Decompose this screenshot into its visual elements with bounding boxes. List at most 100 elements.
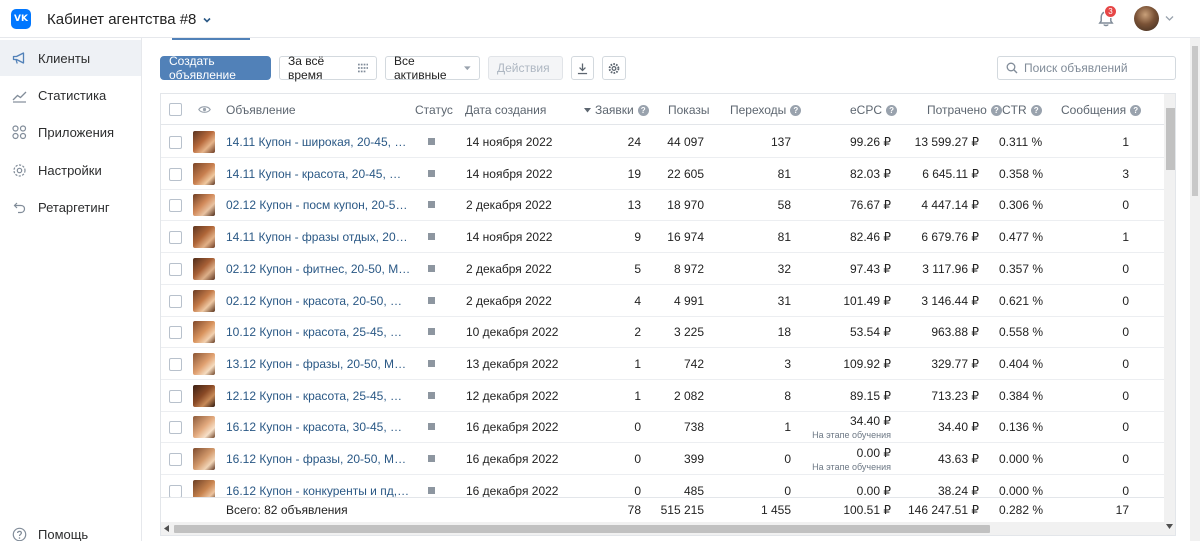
chevron-down-icon[interactable]	[1165, 15, 1174, 22]
ad-name-link[interactable]: 02.12 Купон - красота, 20-50, МЖ +...	[226, 294, 411, 308]
ad-name-link[interactable]: 02.12 Купон - посм купон, 20-50, М...	[226, 198, 411, 212]
ad-thumbnail[interactable]	[193, 289, 215, 312]
table-row[interactable]: 14.11 Купон - красота, 20-45, МЖ +... 14 …	[161, 158, 1164, 190]
col-header-impressions[interactable]: Показы	[668, 103, 709, 117]
col-header-spent[interactable]: Потрачено?	[927, 103, 1002, 117]
created-date: 2 декабря 2022	[466, 293, 552, 308]
cabinet-switcher[interactable]: Кабинет агентства #8	[47, 11, 212, 28]
download-icon	[577, 62, 588, 74]
ad-thumbnail[interactable]	[193, 321, 215, 344]
select-all-checkbox[interactable]	[169, 103, 182, 116]
sidebar-item-apps[interactable]: Приложения	[0, 114, 141, 150]
help-icon[interactable]: ?	[1130, 104, 1142, 116]
period-select[interactable]: За всё время	[279, 54, 377, 82]
table-row[interactable]: 02.12 Купон - посм купон, 20-50, М... 2 д…	[161, 189, 1164, 222]
ad-thumbnail[interactable]	[193, 257, 215, 280]
spent-value: 6 679.76 ₽	[921, 230, 979, 245]
row-checkbox[interactable]	[169, 294, 182, 308]
row-checkbox[interactable]	[169, 262, 182, 276]
col-header-messages[interactable]: Сообщения?	[1061, 103, 1142, 117]
col-header-ctr[interactable]: CTR?	[1002, 103, 1042, 117]
ad-name-link[interactable]: 14.11 Купон - красота, 20-45, МЖ +...	[226, 167, 411, 181]
row-checkbox[interactable]	[169, 357, 182, 371]
col-header-leads[interactable]: Заявки?	[584, 103, 649, 117]
download-button[interactable]	[571, 56, 594, 80]
row-checkbox[interactable]	[169, 453, 182, 466]
row-checkbox[interactable]	[169, 167, 182, 181]
ad-name-link[interactable]: 16.12 Купон - конкуренты и пд, 20...	[226, 484, 411, 498]
sidebar-item-retargeting[interactable]: Ретаргетинг	[0, 189, 141, 225]
table-row[interactable]: 14.11 Купон - фразы отдых, 20-50, ... 14 …	[161, 221, 1164, 254]
scroll-down-icon[interactable]	[1166, 524, 1173, 530]
ad-name-link[interactable]: 13.12 Купон - фразы, 20-50, МЖ +5...	[226, 357, 411, 371]
col-header-ecpc[interactable]: eCPC?	[850, 103, 898, 117]
sidebar-item-clients[interactable]: Клиенты	[0, 40, 141, 76]
vk-logo-icon[interactable]: VK	[11, 9, 31, 29]
created-date: 14 ноября 2022	[466, 230, 553, 245]
col-header-created[interactable]: Дата создания	[465, 103, 546, 117]
ad-name-link[interactable]: 02.12 Купон - фитнес, 20-50, МЖ +...	[226, 262, 411, 276]
help-icon[interactable]: ?	[990, 104, 1002, 116]
table-vertical-scrollbar[interactable]	[1164, 94, 1175, 535]
status-filter-select[interactable]: Все активные	[385, 54, 480, 82]
page-scrollbar[interactable]	[1190, 38, 1200, 541]
sidebar-item-statistics[interactable]: Статистика	[0, 77, 141, 113]
scroll-thumb[interactable]	[1166, 108, 1175, 170]
ad-name-link[interactable]: 14.11 Купон - широкая, 20-45, Ж +...	[226, 135, 411, 149]
help-icon[interactable]: ?	[1030, 104, 1042, 116]
row-checkbox[interactable]	[169, 326, 182, 340]
row-checkbox[interactable]	[169, 484, 182, 498]
help-icon[interactable]: ?	[637, 104, 649, 116]
table-row[interactable]: 12.12 Купон - красота, 25-45, Ж +5... 12 …	[161, 380, 1164, 412]
help-icon[interactable]: ?	[886, 104, 898, 116]
actions-select[interactable]: Действия	[488, 56, 563, 80]
row-checkbox[interactable]	[169, 136, 182, 149]
ad-name-link[interactable]: 16.12 Купон - фразы, 20-50, МЖ +5...	[226, 452, 411, 466]
ad-name-link[interactable]: 12.12 Купон - красота, 25-45, Ж +5...	[226, 389, 411, 403]
ad-thumbnail[interactable]	[193, 416, 215, 439]
created-date: 10 декабря 2022	[466, 325, 559, 340]
table-horizontal-scrollbar[interactable]	[161, 522, 1164, 535]
scroll-thumb[interactable]	[174, 525, 990, 533]
ad-thumbnail[interactable]	[193, 131, 215, 153]
table-row[interactable]: 16.12 Купон - фразы, 20-50, МЖ +5... 16 д…	[161, 443, 1164, 475]
ad-name-link[interactable]: 16.12 Купон - красота, 30-45, Ж +5...	[226, 420, 411, 434]
ad-thumbnail[interactable]	[193, 194, 215, 217]
table-row[interactable]: 13.12 Купон - фразы, 20-50, МЖ +5... 13 д…	[161, 348, 1164, 380]
sidebar-item-help[interactable]: Помощь	[0, 516, 141, 541]
row-checkbox[interactable]	[169, 199, 182, 213]
table-row[interactable]: 16.12 Купон - красота, 30-45, Ж +5... 16 …	[161, 411, 1164, 444]
eye-icon[interactable]	[198, 105, 211, 114]
ad-thumbnail[interactable]	[193, 162, 215, 185]
row-checkbox[interactable]	[169, 421, 182, 435]
scroll-thumb[interactable]	[1192, 46, 1198, 196]
ad-name-link[interactable]: 10.12 Купон - красота, 25-45, Ж +5...	[226, 325, 411, 339]
ad-thumbnail[interactable]	[193, 226, 215, 249]
scroll-left-icon[interactable]	[164, 525, 170, 532]
ecpc-value: 82.03 ₽	[850, 166, 891, 181]
table-row[interactable]: 02.12 Купон - фитнес, 20-50, МЖ +... 2 де…	[161, 253, 1164, 285]
table-row[interactable]: 02.12 Купон - красота, 20-50, МЖ +... 2 д…	[161, 285, 1164, 317]
create-ad-button[interactable]: Создать объявление	[160, 54, 271, 82]
avatar[interactable]	[1134, 6, 1159, 31]
sidebar-item-settings[interactable]: Настройки	[0, 152, 141, 188]
ad-name-link[interactable]: 14.11 Купон - фразы отдых, 20-50, ...	[226, 230, 411, 244]
row-checkbox[interactable]	[169, 389, 182, 403]
ad-thumbnail[interactable]	[193, 448, 215, 470]
col-header-status[interactable]: Статус	[415, 103, 453, 117]
table-row[interactable]: 10.12 Купон - красота, 25-45, Ж +5... 10 …	[161, 316, 1164, 349]
impressions-value: 3 225	[673, 325, 704, 340]
col-header-clicks[interactable]: Переходы?	[730, 103, 802, 117]
created-date: 14 ноября 2022	[466, 166, 553, 181]
search-input[interactable]	[1024, 61, 1174, 75]
help-icon[interactable]: ?	[790, 104, 802, 116]
status-indicator	[428, 169, 435, 177]
ad-thumbnail[interactable]	[193, 384, 215, 407]
ecpc-value: 53.54 ₽	[850, 325, 891, 340]
row-checkbox[interactable]	[169, 231, 182, 245]
search-field[interactable]	[997, 56, 1176, 80]
ad-thumbnail[interactable]	[193, 352, 215, 375]
col-header-ad[interactable]: Объявление	[226, 103, 296, 117]
settings-button[interactable]	[602, 56, 626, 80]
table-row[interactable]: 14.11 Купон - широкая, 20-45, Ж +... 14 н…	[161, 126, 1164, 158]
